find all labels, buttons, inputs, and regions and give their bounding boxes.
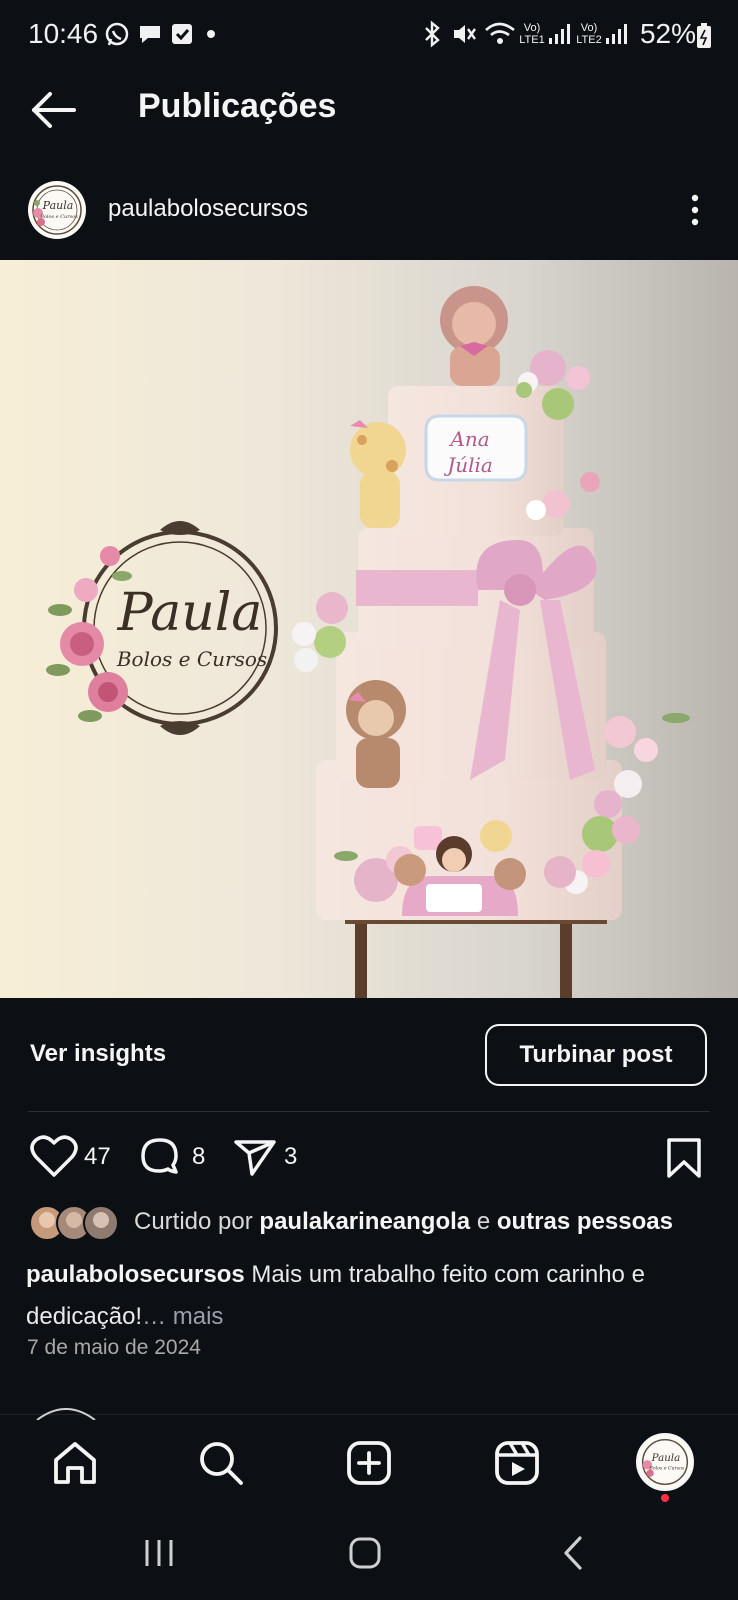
svg-text:Bolos e Cursos: Bolos e Cursos: [39, 214, 78, 220]
svg-text:Paula: Paula: [651, 1452, 681, 1464]
liked-by-text[interactable]: Curtido por paulakarineangola e outras p…: [134, 1208, 673, 1236]
cake-stand-leg: [560, 920, 572, 998]
svg-text:Bolos e Cursos: Bolos e Cursos: [648, 1465, 684, 1471]
page-title: Publicações: [138, 87, 337, 125]
liked-by-avatars[interactable]: [28, 1204, 124, 1242]
post-author-username[interactable]: paulabolosecursos: [108, 195, 308, 223]
save-button[interactable]: [664, 1136, 704, 1180]
liked-by-others[interactable]: outras pessoas: [497, 1208, 673, 1235]
next-post-avatar-peek: [36, 1408, 96, 1420]
dot-icon: [207, 30, 215, 38]
nav-home-button[interactable]: [50, 1438, 100, 1488]
avatar-logo-graphic: Paula Bolos e Cursos: [32, 185, 82, 235]
recent-apps-button[interactable]: [142, 1536, 176, 1570]
cake-plaque-line1: Ana: [448, 427, 489, 451]
system-back-button[interactable]: [558, 1534, 588, 1572]
search-icon: [200, 1442, 243, 1485]
vertical-dots-icon: [691, 194, 699, 226]
liked-by-conjunction: e: [476, 1208, 491, 1235]
liked-by-prefix: Curtido por: [134, 1208, 253, 1235]
caption-more-link[interactable]: … mais: [142, 1303, 223, 1330]
liked-by-user[interactable]: paulakarineangola: [259, 1208, 470, 1235]
signal-icon-2: [606, 24, 627, 44]
shares-count[interactable]: 3: [284, 1143, 297, 1171]
arrow-left-icon: [32, 92, 76, 128]
logo-title: Paula: [117, 583, 263, 643]
nav-reels-button[interactable]: [492, 1438, 542, 1488]
battery-icon: [697, 23, 711, 48]
bluetooth-icon: [425, 20, 440, 48]
share-button[interactable]: [232, 1136, 278, 1178]
nav-create-button[interactable]: [344, 1438, 394, 1488]
signal-icon-1: [549, 24, 570, 44]
reels-icon: [495, 1441, 539, 1485]
profile-avatar: Paula Bolos e Cursos: [641, 1438, 689, 1486]
comment-icon: [141, 1138, 178, 1174]
boost-post-button[interactable]: Turbinar post: [485, 1024, 707, 1086]
post-date: 7 de maio de 2024: [27, 1336, 201, 1359]
divider: [28, 1111, 710, 1112]
chevron-left-icon: [564, 1536, 582, 1570]
checkbox-icon: [172, 24, 192, 44]
sim1-label: Vo) LTE1: [519, 22, 545, 46]
comments-count[interactable]: 8: [192, 1143, 205, 1171]
heart-icon: [30, 1135, 78, 1177]
nav-search-button[interactable]: [196, 1438, 246, 1488]
notification-dot: [661, 1494, 669, 1502]
chat-icon: [140, 26, 160, 43]
sim2-label: Vo) LTE2: [576, 22, 602, 46]
like-button[interactable]: [30, 1135, 78, 1179]
whatsapp-icon: [105, 22, 129, 46]
comment-button[interactable]: [138, 1136, 184, 1180]
likes-count[interactable]: 47: [84, 1143, 111, 1171]
more-options-button[interactable]: [680, 190, 710, 230]
home-square-icon: [349, 1537, 381, 1569]
status-bar: 10:46 Vo) LTE1 Vo) LTE2 52%: [0, 0, 738, 70]
lion-topper: [440, 286, 508, 386]
post-image[interactable]: Paula Bolos e Cursos Ana Júlia: [0, 260, 738, 998]
send-icon: [234, 1140, 276, 1176]
caption-username[interactable]: paulabolosecursos: [26, 1261, 245, 1288]
cake-plaque-line2: Júlia: [443, 453, 493, 477]
wifi-icon: [485, 22, 515, 44]
recents-icon: [145, 1540, 173, 1566]
view-insights-link[interactable]: Ver insights: [30, 1040, 166, 1068]
back-button[interactable]: [28, 84, 80, 136]
svg-text:Paula: Paula: [42, 199, 74, 212]
home-icon: [54, 1442, 96, 1484]
status-time: 10:46: [28, 18, 99, 49]
plus-square-icon: [347, 1441, 391, 1485]
post-author-avatar[interactable]: Paula Bolos e Cursos: [28, 181, 86, 239]
home-system-button[interactable]: [346, 1534, 384, 1572]
battery-level: 52%: [639, 18, 696, 49]
mute-icon: [454, 25, 476, 43]
logo-subtitle: Bolos e Cursos: [116, 647, 267, 671]
nav-profile-button[interactable]: Paula Bolos e Cursos: [636, 1433, 694, 1491]
cake-stand-leg: [355, 920, 367, 998]
post-caption[interactable]: paulabolosecursos Mais um trabalho feito…: [26, 1254, 716, 1338]
bookmark-icon: [667, 1138, 701, 1178]
